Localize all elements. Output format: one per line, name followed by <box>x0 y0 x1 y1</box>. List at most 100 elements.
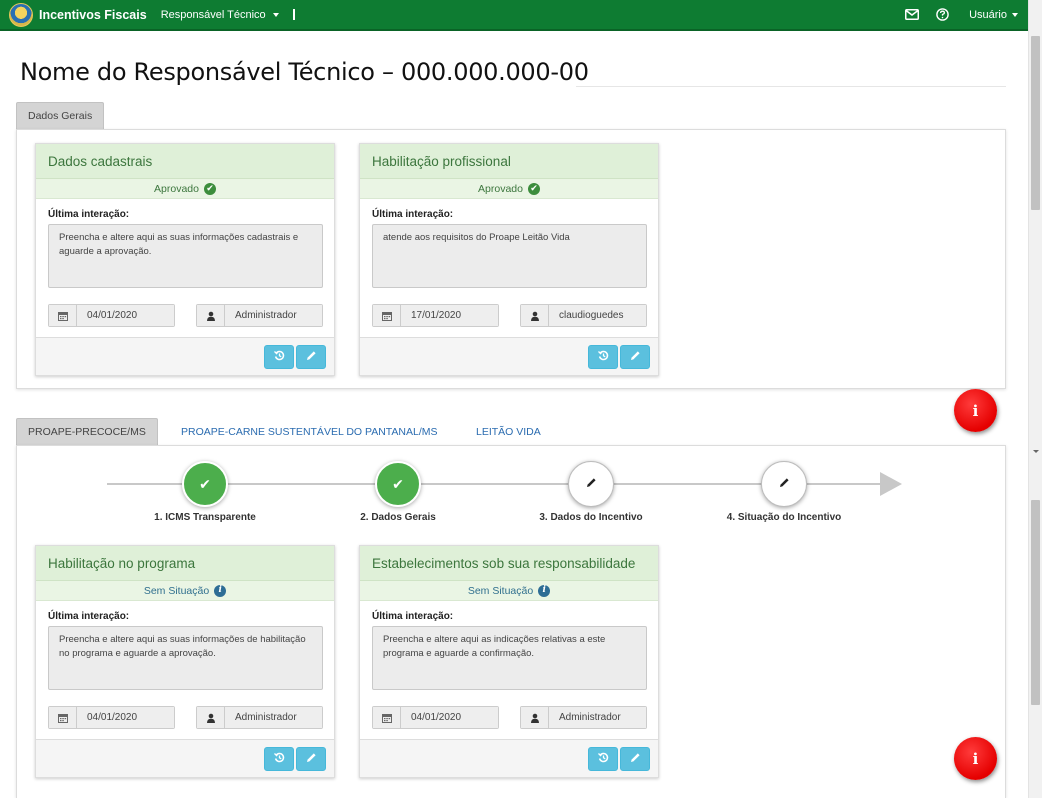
nav-divider <box>292 9 295 20</box>
status-text: Aprovado <box>478 182 523 195</box>
tab-leitao-vida[interactable]: LEITÃO VIDA <box>465 418 552 445</box>
last-interaction-label: Última interação: <box>48 209 130 220</box>
user-menu[interactable]: Usuário <box>969 9 1018 21</box>
last-interaction-text: atende aos requisitos do Proape Leitão V… <box>372 224 647 288</box>
date-field: 04/01/2020 <box>372 706 499 729</box>
step-1-label: 1. ICMS Transparente <box>154 512 256 523</box>
info-icon: i <box>972 749 979 768</box>
navbar-right: Usuário <box>897 8 1028 21</box>
card-footer <box>360 739 658 777</box>
top-navbar: Incentivos Fiscais Responsável Técnico U… <box>0 0 1028 31</box>
card-footer <box>36 337 334 375</box>
card-title: Estabelecimentos sob sua responsabilidad… <box>360 546 658 581</box>
date-field: 04/01/2020 <box>48 304 175 327</box>
responsavel-tecnico-menu-label: Responsável Técnico <box>160 8 266 21</box>
mail-icon[interactable] <box>897 9 927 20</box>
history-button[interactable] <box>264 344 294 369</box>
last-interaction-label: Última interação: <box>372 611 454 622</box>
brand-title[interactable]: Incentivos Fiscais <box>39 8 147 22</box>
scroll-down-arrow-icon[interactable] <box>1033 450 1039 453</box>
status-text: Sem Situação <box>143 584 210 597</box>
step-3-label: 3. Dados do Incentivo <box>539 512 643 523</box>
check-icon: ✔ <box>392 475 404 492</box>
date-value: 04/01/2020 <box>77 305 174 326</box>
edit-button[interactable] <box>620 746 650 771</box>
page-title: Nome do Responsável Técnico – 000.000.00… <box>20 58 589 86</box>
calendar-icon <box>49 305 77 326</box>
title-divider <box>576 86 1006 87</box>
responsavel-tecnico-menu[interactable]: Responsável Técnico <box>161 9 279 21</box>
pencil-icon <box>630 350 641 364</box>
page: Incentivos Fiscais Responsável Técnico U… <box>0 0 1042 798</box>
history-button[interactable] <box>588 344 618 369</box>
edit-button[interactable] <box>296 344 326 369</box>
card-habilitacao-programa: Habilitação no programa Sem Situação i Ú… <box>35 545 335 778</box>
last-interaction-text: Preencha e altere aqui as suas informaçõ… <box>48 626 323 690</box>
date-value: 04/01/2020 <box>77 707 174 728</box>
user-icon <box>197 707 225 728</box>
help-icon[interactable] <box>927 8 957 21</box>
edit-button[interactable] <box>296 746 326 771</box>
last-interaction-label: Última interação: <box>48 611 130 622</box>
stepper-arrow-icon <box>880 472 902 496</box>
history-button[interactable] <box>588 746 618 771</box>
step-4-circle[interactable] <box>761 461 807 507</box>
history-icon <box>273 752 285 766</box>
status-badge: Aprovado ✔ <box>360 179 658 199</box>
tab-proape-precoce[interactable]: PROAPE-PRECOCE/MS <box>16 418 158 445</box>
calendar-icon <box>373 707 401 728</box>
history-icon <box>597 752 609 766</box>
meta-row: 17/01/2020 claudioguedes <box>372 304 647 327</box>
info-bubble-button[interactable]: i <box>954 737 997 780</box>
user-icon <box>197 305 225 326</box>
card-title: Habilitação no programa <box>36 546 334 581</box>
history-icon <box>597 350 609 364</box>
step-2-label: 2. Dados Gerais <box>360 512 436 523</box>
tab-dados-gerais[interactable]: Dados Gerais <box>16 102 105 129</box>
user-field: claudioguedes <box>520 304 647 327</box>
user-field: Administrador <box>520 706 647 729</box>
user-value: Administrador <box>549 707 646 728</box>
check-circle-icon: ✔ <box>203 182 216 195</box>
info-circle-icon: i <box>538 584 551 597</box>
status-text: Aprovado <box>154 182 199 195</box>
card-title: Dados cadastrais <box>36 144 334 179</box>
status-badge: Sem Situação i <box>36 581 334 601</box>
edit-button[interactable] <box>620 344 650 369</box>
user-value: claudioguedes <box>549 305 646 326</box>
date-field: 17/01/2020 <box>372 304 499 327</box>
last-interaction-text: Preencha e altere aqui as indicações rel… <box>372 626 647 690</box>
status-text: Sem Situação <box>467 584 534 597</box>
check-circle-icon: ✔ <box>527 182 540 195</box>
calendar-icon <box>49 707 77 728</box>
step-3-circle[interactable] <box>568 461 614 507</box>
card-dados-cadastrais: Dados cadastrais Aprovado ✔ Última inter… <box>35 143 335 376</box>
step-2-circle[interactable]: ✔ <box>375 461 421 507</box>
meta-row: 04/01/2020 Administrador <box>48 304 323 327</box>
pencil-icon <box>306 350 317 364</box>
caret-down-icon <box>272 12 279 17</box>
card-footer <box>36 739 334 777</box>
step-1-circle[interactable]: ✔ <box>182 461 228 507</box>
user-field: Administrador <box>196 304 323 327</box>
date-field: 04/01/2020 <box>48 706 175 729</box>
scrollbar-thumb-upper[interactable] <box>1031 36 1040 210</box>
info-bubble-button[interactable]: i <box>954 389 997 432</box>
last-interaction-label: Última interação: <box>372 209 454 220</box>
vertical-scrollbar[interactable] <box>1028 0 1042 798</box>
info-icon: i <box>972 401 979 420</box>
status-badge: Aprovado ✔ <box>36 179 334 199</box>
card-estabelecimentos: Estabelecimentos sob sua responsabilidad… <box>359 545 659 778</box>
tab-proape-carne-sustentavel[interactable]: PROAPE-CARNE SUSTENTÁVEL DO PANTANAL/MS <box>170 418 449 445</box>
meta-row: 04/01/2020 Administrador <box>48 706 323 729</box>
scrollbar-thumb-lower[interactable] <box>1031 500 1040 705</box>
status-badge: Sem Situação i <box>360 581 658 601</box>
last-interaction-text: Preencha e altere aqui as suas informaçõ… <box>48 224 323 288</box>
step-4-label: 4. Situação do Incentivo <box>726 512 842 523</box>
info-circle-icon: i <box>214 584 227 597</box>
user-value: Administrador <box>225 707 322 728</box>
user-field: Administrador <box>196 706 323 729</box>
card-title: Habilitação profissional <box>360 144 658 179</box>
pencil-icon <box>630 752 641 766</box>
history-button[interactable] <box>264 746 294 771</box>
